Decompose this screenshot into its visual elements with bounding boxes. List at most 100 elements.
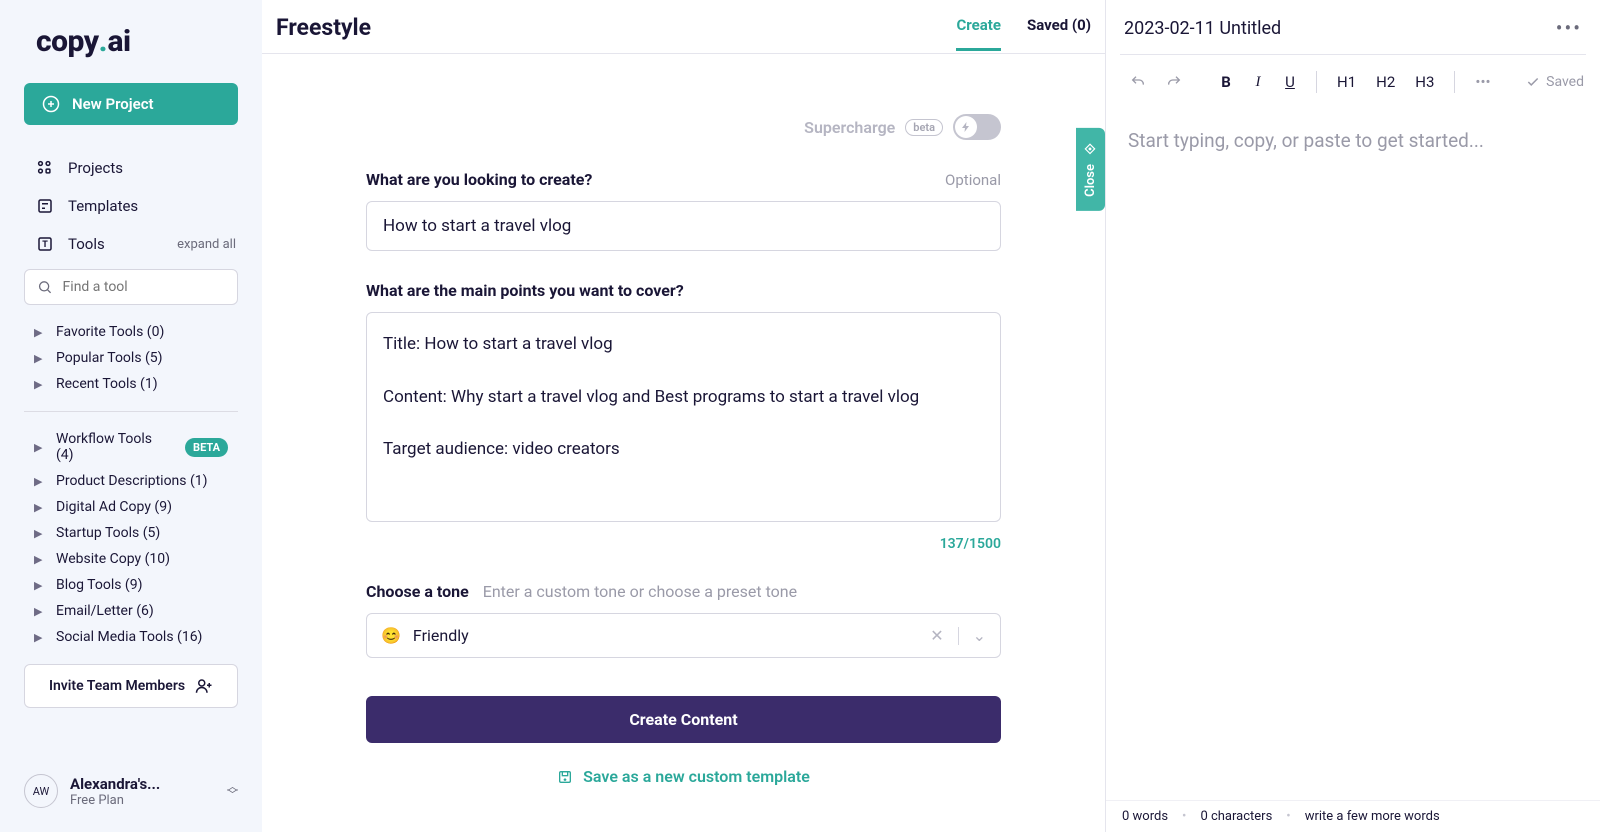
- toolbar-separator: [1316, 71, 1317, 93]
- tone-value: Friendly: [413, 626, 469, 645]
- user-switcher[interactable]: AW Alexandra's... Free Plan ︿﹀: [0, 762, 262, 820]
- quick-tool-item[interactable]: ▶ Popular Tools (5): [24, 345, 238, 371]
- save-template-label: Save as a new custom template: [583, 767, 810, 786]
- undo-button[interactable]: [1122, 68, 1154, 96]
- sidebar-divider: [24, 411, 238, 412]
- tool-category-item[interactable]: ▶ Email/Letter (6): [24, 598, 238, 624]
- tab-create[interactable]: Create: [956, 16, 1000, 51]
- template-icon: [36, 197, 54, 215]
- separator: [958, 627, 959, 645]
- tool-search[interactable]: [24, 269, 238, 305]
- tab-saved[interactable]: Saved (0): [1027, 16, 1091, 51]
- user-info: Alexandra's... Free Plan: [70, 775, 215, 808]
- footer-hint: write a few more words: [1305, 809, 1440, 824]
- nav-templates[interactable]: Templates: [0, 187, 262, 225]
- category-label: Blog Tools (9): [56, 577, 142, 593]
- invite-label: Invite Team Members: [49, 678, 185, 694]
- nav-tools-label: Tools: [68, 235, 105, 253]
- quick-tools-list: ▶Favorite Tools (0) ▶ Popular Tools (5) ▶ Re…: [0, 319, 262, 397]
- topic-input[interactable]: [366, 201, 1001, 251]
- new-project-label: New Project: [72, 95, 154, 113]
- tool-category-item[interactable]: ▶Product Descriptions (1): [24, 468, 238, 494]
- word-count: 0 words: [1122, 809, 1168, 824]
- close-label: Close: [1083, 164, 1098, 197]
- h3-button[interactable]: H3: [1407, 67, 1442, 97]
- tool-category-item[interactable]: ▶Social Media Tools (16): [24, 624, 238, 650]
- q1-optional: Optional: [945, 171, 1001, 189]
- tool-search-input[interactable]: [63, 279, 225, 295]
- q2-label: What are the main points you want to cov…: [366, 281, 684, 300]
- quick-tool-item[interactable]: ▶Favorite Tools (0): [24, 319, 238, 345]
- create-content-button[interactable]: Create Content: [366, 696, 1001, 743]
- underline-button[interactable]: U: [1276, 67, 1304, 97]
- user-plus-icon: [195, 677, 213, 695]
- tool-label: Recent Tools (1): [56, 376, 158, 392]
- new-project-button[interactable]: New Project: [24, 83, 238, 125]
- tool-category-item[interactable]: ▶Website Copy (10): [24, 546, 238, 572]
- close-panel-button[interactable]: Close: [1076, 128, 1105, 211]
- dot-icon-2: •: [1286, 809, 1290, 824]
- saved-label: Saved: [1546, 74, 1584, 90]
- tool-label: Favorite Tools (0): [56, 324, 164, 340]
- tool-category-item[interactable]: ▶Startup Tools (5): [24, 520, 238, 546]
- tag-icon: [1084, 142, 1098, 156]
- caret-right-icon: ▶: [34, 605, 42, 618]
- chevron-down-icon[interactable]: ⌄: [973, 626, 986, 645]
- editor-toolbar: B I U H1 H2 H3 ••• Saved: [1106, 55, 1600, 109]
- tool-category-item[interactable]: ▶Blog Tools (9): [24, 572, 238, 598]
- tool-icon: T: [36, 235, 54, 253]
- logo-text: copy: [36, 24, 99, 59]
- clear-tone-icon[interactable]: ✕: [930, 626, 943, 645]
- more-format-button[interactable]: •••: [1467, 67, 1498, 97]
- main-panel: Freestyle Create Saved (0) Supercharge b…: [262, 0, 1106, 832]
- redo-button[interactable]: [1158, 68, 1190, 96]
- tone-emoji-icon: 😊: [381, 626, 401, 645]
- q1-label-row: What are you looking to create? Optional: [366, 170, 1001, 189]
- nav-projects[interactable]: Projects: [0, 149, 262, 187]
- editor-body[interactable]: Start typing, copy, or paste to get star…: [1106, 109, 1600, 800]
- editor-title[interactable]: 2023-02-11 Untitled: [1124, 18, 1281, 39]
- points-textarea[interactable]: [366, 312, 1001, 522]
- beta-pill: beta: [905, 119, 943, 136]
- main-header: Freestyle Create Saved (0): [262, 0, 1105, 54]
- category-label: Digital Ad Copy (9): [56, 499, 172, 515]
- caret-right-icon: ▶: [34, 631, 42, 644]
- caret-right-icon: ▶: [34, 378, 42, 391]
- category-label: Email/Letter (6): [56, 603, 154, 619]
- tone-label: Choose a tone: [366, 582, 469, 601]
- more-menu-icon[interactable]: •••: [1556, 16, 1582, 40]
- user-name: Alexandra's...: [70, 775, 215, 793]
- svg-text:T: T: [42, 240, 48, 250]
- dot-icon: •: [1182, 809, 1186, 824]
- nav-tools[interactable]: T Tools expand all: [0, 225, 262, 263]
- char-count: 137/1500: [366, 536, 1001, 552]
- supercharge-label: Supercharge: [804, 118, 895, 137]
- toolbar-separator-2: [1454, 71, 1455, 93]
- avatar: AW: [24, 774, 58, 808]
- h2-button[interactable]: H2: [1368, 67, 1403, 97]
- quick-tool-item[interactable]: ▶ Recent Tools (1): [24, 371, 238, 397]
- category-label: Product Descriptions (1): [56, 473, 208, 489]
- tone-label-row: Choose a tone Enter a custom tone or cho…: [366, 582, 1001, 601]
- caret-right-icon: ▶: [34, 527, 42, 540]
- tool-label: Popular Tools (5): [56, 350, 163, 366]
- caret-right-icon: ▶: [34, 352, 42, 365]
- bold-button[interactable]: B: [1212, 67, 1240, 97]
- form-area: Supercharge beta What are you looking to…: [262, 54, 1105, 832]
- italic-button[interactable]: I: [1244, 68, 1272, 97]
- expand-all-link[interactable]: expand all: [177, 237, 236, 252]
- tone-select[interactable]: 😊 Friendly ✕ ⌄: [366, 613, 1001, 658]
- tool-category-item[interactable]: ▶Digital Ad Copy (9): [24, 494, 238, 520]
- tool-category-item[interactable]: ▶Workflow Tools (4)BETA: [24, 426, 238, 468]
- invite-team-button[interactable]: Invite Team Members: [24, 664, 238, 708]
- main-tabs: Create Saved (0): [956, 16, 1091, 51]
- supercharge-row: Supercharge beta: [366, 114, 1001, 140]
- search-icon: [37, 278, 53, 296]
- h1-button[interactable]: H1: [1329, 67, 1364, 97]
- plus-circle-icon: [42, 95, 60, 113]
- save-template-link[interactable]: Save as a new custom template: [366, 767, 1001, 786]
- supercharge-toggle[interactable]: [953, 114, 1001, 140]
- editor-panel: 2023-02-11 Untitled ••• B I U H1 H2 H3 •…: [1106, 0, 1600, 832]
- beta-badge: BETA: [185, 438, 228, 457]
- logo[interactable]: copy.ai: [0, 24, 262, 83]
